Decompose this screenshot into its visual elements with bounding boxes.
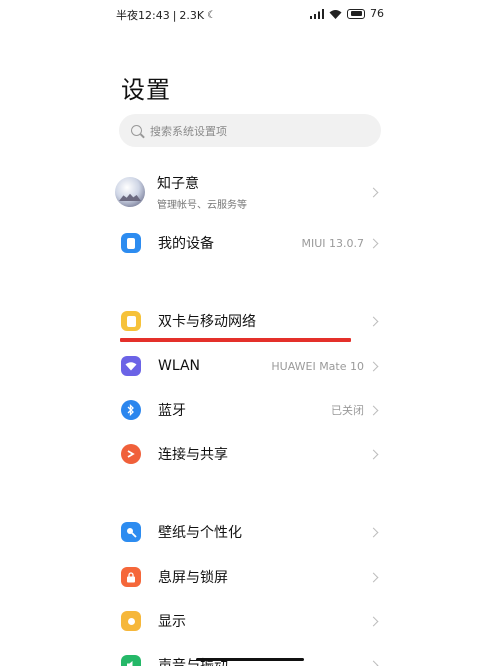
display-icon: [121, 611, 141, 631]
search-icon: [131, 125, 142, 136]
settings-row-connection-sharing[interactable]: 连接与共享: [119, 432, 381, 476]
status-separator: |: [172, 8, 177, 22]
wallpaper-icon: [121, 522, 141, 542]
settings-row-label: 壁纸与个性化: [158, 525, 242, 541]
settings-row-my-device[interactable]: 我的设备 MIUI 13.0.7: [119, 221, 381, 265]
settings-row-label: 连接与共享: [158, 447, 228, 463]
device-icon: [121, 233, 141, 253]
chevron-right-icon: [368, 361, 379, 371]
avatar: [115, 177, 145, 207]
chevron-right-icon: [368, 572, 379, 582]
wifi-status-icon: [329, 9, 342, 19]
settings-row-value: HUAWEI Mate 10: [271, 359, 364, 373]
battery-level: 76: [370, 7, 384, 20]
account-row[interactable]: 知子意 管理帐号、云服务等: [115, 170, 381, 214]
settings-row-label: 息屏与锁屏: [158, 570, 228, 586]
page-title: 设置: [121, 76, 171, 104]
settings-row-label: WLAN: [158, 358, 201, 374]
chevron-right-icon: [368, 527, 379, 537]
status-speed: 2.3K: [179, 8, 205, 22]
account-name: 知子意: [157, 176, 199, 192]
status-right: 76: [310, 7, 384, 20]
lock-icon: [121, 567, 141, 587]
settings-row-label: 我的设备: [158, 236, 214, 252]
account-text: 知子意 管理帐号、云服务等: [157, 173, 370, 211]
settings-row-label: 双卡与移动网络: [158, 314, 256, 330]
chevron-right-icon: [368, 316, 379, 326]
settings-row-wallpaper[interactable]: 壁纸与个性化: [119, 510, 381, 554]
status-left: 半夜12:43 | 2.3K ☾: [116, 7, 216, 23]
sim-card-icon: [121, 311, 141, 331]
signal-icon: [310, 8, 324, 19]
chevron-right-icon: [368, 187, 379, 197]
battery-icon: [347, 8, 365, 19]
wifi-icon: [121, 356, 141, 376]
bluetooth-icon: [121, 400, 141, 420]
settings-row-label: 显示: [158, 614, 186, 630]
search-input[interactable]: 搜索系统设置项: [119, 114, 381, 147]
home-indicator[interactable]: [196, 658, 304, 661]
settings-row-label: 蓝牙: [158, 403, 186, 419]
settings-row-wlan[interactable]: WLAN HUAWEI Mate 10: [119, 344, 381, 388]
settings-row-sound[interactable]: 声音与振动: [119, 643, 381, 666]
chevron-right-icon: [368, 616, 379, 626]
settings-row-lock-screen[interactable]: 息屏与锁屏: [119, 555, 381, 599]
account-subtitle: 管理帐号、云服务等: [157, 200, 247, 211]
moon-icon: ☾: [207, 9, 217, 21]
settings-row-sim-network[interactable]: 双卡与移动网络: [119, 299, 381, 343]
chevron-right-icon: [368, 660, 379, 666]
chevron-right-icon: [368, 238, 379, 248]
status-bar: 半夜12:43 | 2.3K ☾ 76: [0, 0, 500, 30]
red-annotation-underline: [120, 338, 351, 342]
search-placeholder: 搜索系统设置项: [150, 124, 227, 138]
settings-row-value: 已关闭: [331, 404, 364, 417]
settings-row-value: MIUI 13.0.7: [301, 236, 364, 250]
settings-row-bluetooth[interactable]: 蓝牙 已关闭: [119, 388, 381, 432]
settings-row-display[interactable]: 显示: [119, 599, 381, 643]
chevron-right-icon: [368, 405, 379, 415]
status-time: 半夜12:43: [116, 9, 170, 22]
sound-icon: [121, 655, 141, 666]
chevron-right-icon: [368, 449, 379, 459]
share-icon: [121, 444, 141, 464]
